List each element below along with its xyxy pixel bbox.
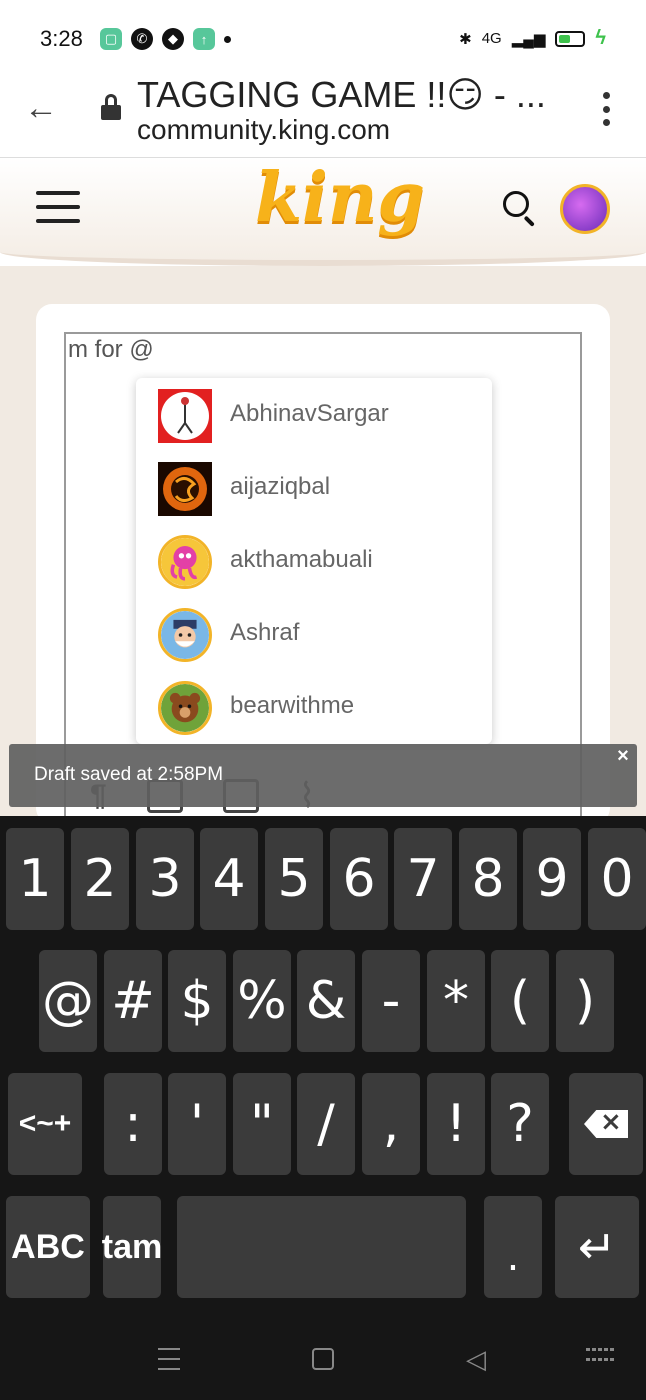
recent-apps-icon[interactable]: [158, 1348, 180, 1370]
on-screen-keyboard: 1 2 3 4 5 6 7 8 9 0 @ # $ % & - * ( ) <~…: [0, 816, 646, 1324]
backspace-icon: ×: [584, 1110, 628, 1138]
draft-saved-toast: Draft saved at 2:58PM ×: [9, 744, 637, 807]
system-navigation-bar: ◁: [0, 1324, 646, 1400]
bluetooth-icon: ✱: [459, 30, 472, 48]
browser-menu-icon[interactable]: [600, 92, 612, 126]
mention-username: aijaziqbal: [230, 473, 331, 500]
key-hash[interactable]: #: [104, 950, 162, 1052]
status-bar: 3:28 ▢ ✆ ◆ ↑ ✱ 4G ▂▄▆ ϟ: [0, 0, 646, 72]
pink-octopus-avatar: [158, 535, 212, 589]
key-at[interactable]: @: [39, 950, 97, 1052]
key-1[interactable]: 1: [6, 828, 64, 930]
lock-icon[interactable]: [100, 94, 122, 120]
mention-item[interactable]: AbhinavSargar: [136, 378, 492, 451]
mention-username: akthamabuali: [230, 546, 373, 573]
key-hyphen[interactable]: -: [362, 950, 420, 1052]
key-abc[interactable]: ABC: [6, 1196, 90, 1298]
key-close-paren[interactable]: ): [556, 950, 614, 1052]
king-logo[interactable]: king: [255, 158, 425, 238]
mention-username: bearwithme: [230, 692, 355, 719]
charging-icon: ϟ: [595, 27, 606, 49]
page-title[interactable]: TAGGING GAME !!😏 - ...: [137, 74, 546, 116]
key-3[interactable]: 3: [136, 828, 194, 930]
hamburger-menu-icon[interactable]: [36, 191, 80, 223]
upload-icon: ↑: [193, 28, 215, 50]
dragon-avatar: [158, 462, 212, 516]
browser-address-bar: ← TAGGING GAME !!😏 - ... community.king.…: [0, 72, 646, 158]
backspace-key[interactable]: ×: [569, 1073, 643, 1175]
key-7[interactable]: 7: [394, 828, 452, 930]
key-colon[interactable]: :: [104, 1073, 162, 1175]
network-label: 4G: [481, 30, 502, 47]
captain-avatar: [158, 608, 212, 662]
mention-item[interactable]: Ashraf: [136, 597, 492, 670]
key-5[interactable]: 5: [265, 828, 323, 930]
key-quote[interactable]: ": [233, 1073, 291, 1175]
more-notifications-icon: [224, 35, 231, 43]
bear-avatar: [158, 681, 212, 735]
key-language[interactable]: tam: [102, 1196, 162, 1298]
key-dollar[interactable]: $: [168, 950, 226, 1052]
key-question[interactable]: ?: [491, 1073, 549, 1175]
mention-username: Ashraf: [230, 619, 300, 646]
key-slash[interactable]: /: [297, 1073, 355, 1175]
enter-key[interactable]: ↵: [555, 1196, 639, 1298]
key-comma[interactable]: ,: [362, 1073, 420, 1175]
key-4[interactable]: 4: [200, 828, 258, 930]
status-time: 3:28: [40, 26, 83, 51]
app-notification-icon: ▢: [100, 28, 122, 50]
notification-icons: ▢ ✆ ◆ ↑: [100, 28, 231, 50]
user-avatar[interactable]: [560, 184, 610, 234]
keyboard-switch-icon[interactable]: [586, 1348, 614, 1366]
mention-item[interactable]: bearwithme: [136, 670, 492, 743]
key-exclamation[interactable]: !: [427, 1073, 485, 1175]
key-ampersand[interactable]: &: [297, 950, 355, 1052]
system-icons: ✱ 4G ▂▄▆ ϟ: [459, 27, 606, 50]
key-apostrophe[interactable]: ': [168, 1073, 226, 1175]
nav-back-icon[interactable]: ◁: [466, 1346, 488, 1372]
site-header: king: [0, 158, 646, 266]
key-9[interactable]: 9: [523, 828, 581, 930]
key-percent[interactable]: %: [233, 950, 291, 1052]
key-open-paren[interactable]: (: [491, 950, 549, 1052]
key-more-symbols[interactable]: <~+: [8, 1073, 82, 1175]
mention-item[interactable]: akthamabuali: [136, 524, 492, 597]
page-url[interactable]: community.king.com: [137, 114, 390, 146]
back-arrow-icon[interactable]: ←: [24, 88, 64, 128]
search-icon[interactable]: [503, 191, 537, 227]
close-icon[interactable]: ×: [613, 746, 633, 766]
signal-icon: ▂▄▆: [511, 30, 546, 48]
key-period[interactable]: .: [484, 1196, 542, 1298]
sync-icon: ◆: [162, 28, 184, 50]
key-8[interactable]: 8: [459, 828, 517, 930]
editor-text[interactable]: m for @: [68, 336, 154, 364]
key-2[interactable]: 2: [71, 828, 129, 930]
mention-username: AbhinavSargar: [230, 400, 389, 427]
phone-icon: ✆: [131, 28, 153, 50]
space-key[interactable]: [177, 1196, 466, 1298]
home-icon[interactable]: [312, 1348, 334, 1370]
enter-icon: ↵: [577, 1220, 617, 1274]
mention-item[interactable]: aijaziqbal: [136, 451, 492, 524]
stick-figure-avatar: [158, 389, 212, 443]
battery-icon: [555, 30, 586, 47]
key-asterisk[interactable]: *: [427, 950, 485, 1052]
toast-message: Draft saved at 2:58PM: [34, 764, 224, 785]
key-6[interactable]: 6: [330, 828, 388, 930]
key-0[interactable]: 0: [588, 828, 646, 930]
mention-suggestions: AbhinavSargar aijaziqbal akthamabuali As…: [136, 378, 492, 744]
